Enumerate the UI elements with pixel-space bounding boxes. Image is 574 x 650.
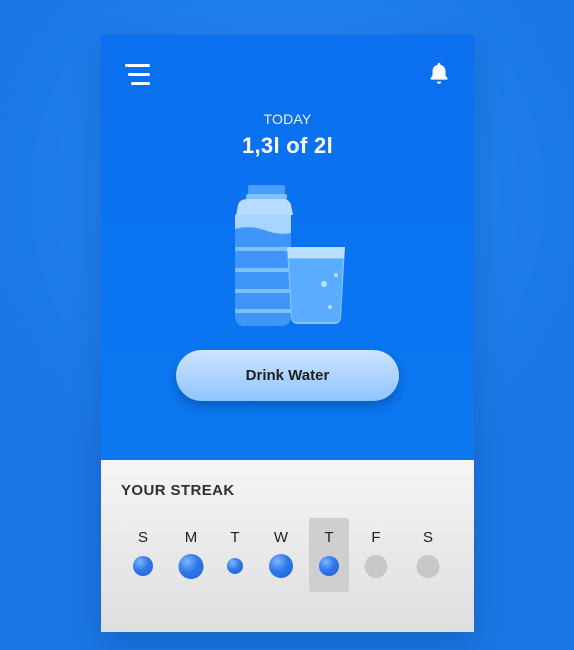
streak-day-0[interactable]: S (123, 518, 163, 592)
streak-day-6[interactable]: S (408, 518, 448, 592)
streak-day-label: M (184, 529, 198, 546)
streak-dot-filled (133, 556, 153, 576)
menu-icon-line-3 (131, 82, 150, 85)
water-bottle-icon (235, 185, 345, 326)
streak-day-label: S (137, 529, 148, 546)
streak-day-3[interactable]: W (261, 518, 301, 592)
menu-icon-line-2 (128, 73, 150, 76)
menu-icon-line-1 (125, 64, 150, 67)
streak-dot-empty (364, 554, 388, 578)
water-amount: 1,3l of 2l (241, 133, 334, 158)
hero-panel: TODAY 1,3l of 2l Drink Water (101, 35, 474, 460)
streak-day-2[interactable]: T (215, 518, 255, 592)
today-label: TODAY (263, 111, 312, 127)
menu-icon[interactable] (125, 64, 152, 85)
streak-day-4[interactable]: T (309, 518, 349, 592)
streak-dot-empty (416, 554, 440, 578)
streak-day-label: S (422, 529, 433, 546)
streak-day-label: W (273, 529, 289, 546)
streak-day-1[interactable]: M (171, 518, 211, 592)
streak-day-label: T (324, 529, 334, 546)
streak-dot-filled (227, 558, 243, 574)
streak-day-label: F (371, 529, 381, 546)
drink-water-button[interactable]: Drink Water (176, 350, 399, 401)
streak-dot-filled (178, 553, 204, 579)
streak-title: YOUR STREAK (121, 482, 235, 499)
streak-dot-filled (319, 556, 339, 576)
week-streak: SMTWTFS (101, 518, 474, 618)
streak-dot-filled (269, 554, 293, 578)
app-screen: TODAY 1,3l of 2l Drink Water YOUR STREAK… (101, 35, 474, 632)
streak-day-label: T (230, 529, 240, 546)
bell-icon[interactable] (426, 60, 452, 87)
streak-panel: YOUR STREAK S M T W T F S (101, 460, 474, 632)
streak-day-5[interactable]: F (356, 518, 396, 592)
